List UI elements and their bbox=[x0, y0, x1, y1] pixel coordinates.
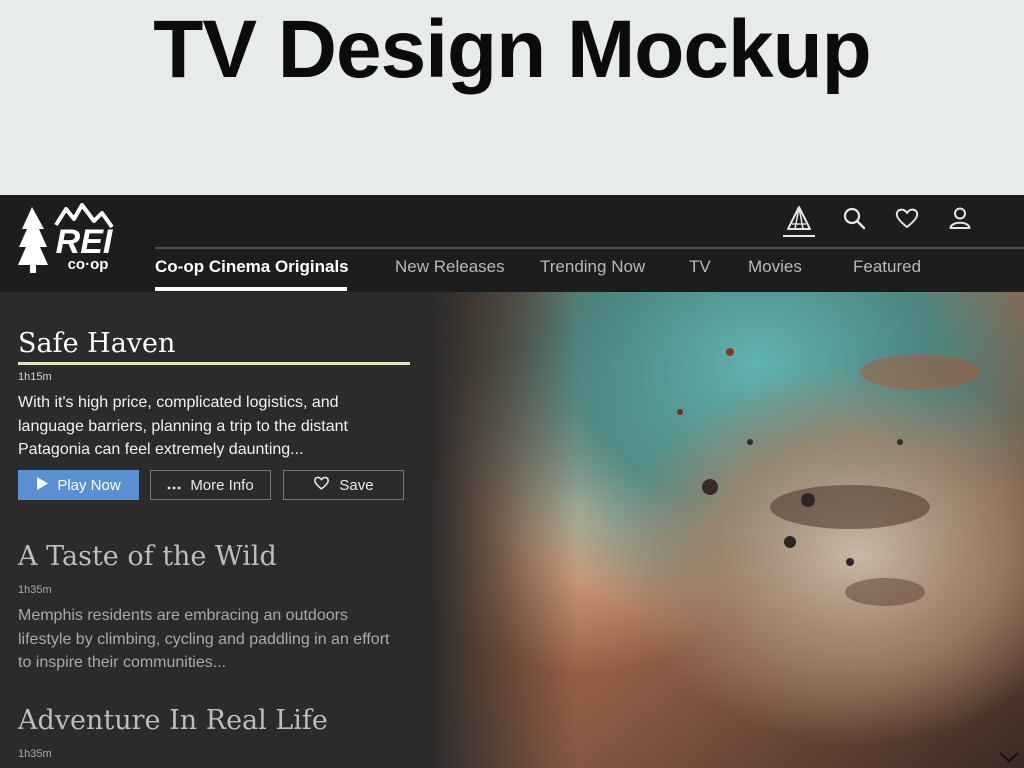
item-title: Adventure In Real Life bbox=[18, 705, 328, 736]
active-tab-underline bbox=[155, 287, 347, 291]
play-now-label: Play Now bbox=[57, 476, 121, 494]
nav-divider bbox=[155, 247, 1024, 249]
item-description: With it's high price, complicated logist… bbox=[18, 394, 348, 458]
tab-tv[interactable]: TV bbox=[689, 257, 711, 277]
active-icon-underline bbox=[783, 235, 815, 237]
play-now-button[interactable]: Play Now bbox=[18, 470, 139, 500]
logo-subtext: co·op bbox=[68, 256, 109, 273]
item-duration: 1h35m bbox=[18, 748, 52, 760]
item-title: A Taste of the Wild bbox=[18, 541, 277, 572]
save-label: Save bbox=[339, 476, 374, 494]
search-icon[interactable] bbox=[839, 203, 869, 233]
more-info-button[interactable]: More Info bbox=[150, 470, 271, 500]
item-title: Safe Haven bbox=[18, 328, 176, 359]
slide-title: TV Design Mockup bbox=[153, 4, 872, 95]
tab-new-releases[interactable]: New Releases bbox=[395, 257, 505, 277]
tent-icon[interactable] bbox=[784, 203, 814, 233]
selected-title-underline bbox=[18, 362, 410, 365]
item-duration: 1h15m bbox=[18, 371, 52, 383]
tab-movies[interactable]: Movies bbox=[748, 257, 802, 277]
user-icon[interactable] bbox=[945, 203, 975, 233]
top-navigation-bar: REI co·op Co-op Cinema Originals New Rel… bbox=[0, 195, 1024, 292]
hero-artwork bbox=[430, 292, 1024, 768]
chevron-down-icon[interactable] bbox=[998, 750, 1020, 764]
content-item-a-taste-of-the-wild[interactable]: A Taste of the Wild 1h35m Memphis reside… bbox=[18, 540, 418, 675]
item-duration: 1h35m bbox=[18, 584, 52, 596]
tab-trending-now[interactable]: Trending Now bbox=[540, 257, 645, 277]
more-info-label: More Info bbox=[190, 476, 254, 494]
content-item-safe-haven[interactable]: Safe Haven 1h15m With it's high price, c… bbox=[18, 327, 418, 462]
play-icon bbox=[36, 476, 49, 494]
more-icon bbox=[167, 477, 181, 494]
tab-co-op-cinema-originals[interactable]: Co-op Cinema Originals bbox=[155, 257, 349, 277]
save-button[interactable]: Save bbox=[283, 470, 404, 500]
heart-icon[interactable] bbox=[892, 203, 922, 233]
tv-screen: REI co·op Co-op Cinema Originals New Rel… bbox=[0, 195, 1024, 768]
content-item-adventure-in-real-life[interactable]: Adventure In Real Life 1h35m bbox=[18, 704, 418, 761]
heart-outline-icon bbox=[313, 475, 330, 495]
rei-coop-logo[interactable]: REI co·op bbox=[18, 203, 128, 275]
item-description: Memphis residents are embracing an outdo… bbox=[18, 607, 390, 671]
tab-featured[interactable]: Featured bbox=[853, 257, 921, 277]
